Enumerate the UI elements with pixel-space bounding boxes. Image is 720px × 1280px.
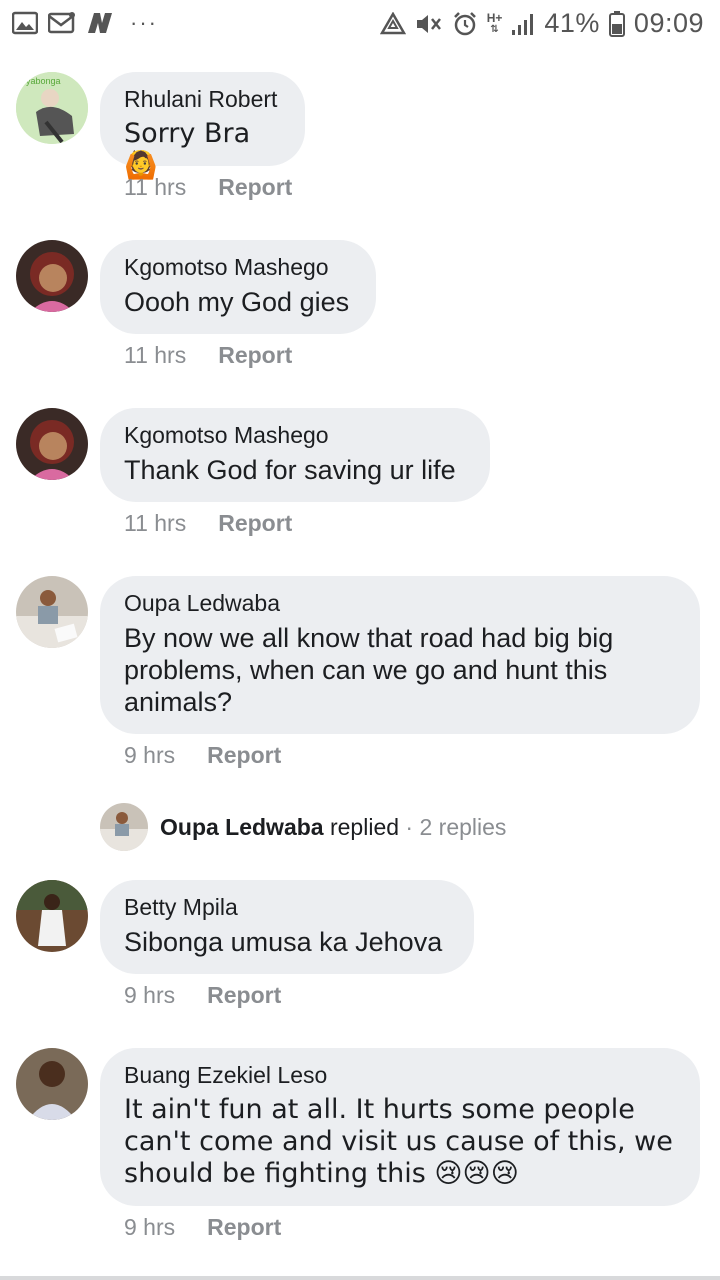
recycle-icon [379,11,406,36]
comment-meta: 11 hrs Report [124,342,292,369]
signal-icon [511,12,535,36]
comment-text: Oooh my God gies [124,287,350,317]
avatar[interactable] [16,880,88,952]
gallery-icon [12,11,38,35]
comment-time[interactable]: 9 hrs [124,982,175,1009]
comment-author[interactable]: Kgomotso Mashego [124,252,352,282]
comment-time[interactable]: 11 hrs [124,342,186,369]
report-link[interactable]: Report [207,742,281,769]
comment-meta: 11 hrs Report [124,174,292,201]
clock: 09:09 [633,8,704,38]
comment-time[interactable]: 11 hrs [124,510,186,537]
reply-author[interactable]: Oupa Ledwaba [160,814,324,840]
comment-author[interactable]: Betty Mpila [124,892,450,922]
reply-action: replied [329,813,400,840]
comment-text: By now we all know that road had big big… [124,623,614,717]
comment-bubble[interactable]: Betty Mpila Sibonga umusa ka Jehova [100,880,474,974]
reply-separator: · [405,813,414,840]
reply-summary[interactable]: Oupa Ledwaba replied · 2 replies [160,814,506,841]
network-type: H+ ⇅ [487,12,503,36]
avatar[interactable] [16,240,88,312]
comment-author[interactable]: Rhulani Robert [124,84,281,114]
status-bar: ··· H+ ⇅ 41% 09:09 [0,0,720,50]
comment-meta: 9 hrs Report [124,1214,281,1241]
news-icon [86,11,114,35]
data-arrows: ⇅ [490,23,499,35]
avatar[interactable] [16,408,88,480]
view-replies[interactable]: Oupa Ledwaba replied · 2 replies [100,802,506,852]
comment-author[interactable]: Buang Ezekiel Leso [124,1060,676,1090]
comment-bubble[interactable]: Kgomotso Mashego Thank God for saving ur… [100,408,490,502]
comment-text: Sorry Bra 🙆 [124,118,251,181]
comment-time[interactable]: 11 hrs [124,174,186,201]
report-link[interactable]: Report [218,174,292,201]
more-notifications: ··· [130,10,158,35]
comment-meta: 11 hrs Report [124,510,292,537]
avatar[interactable]: yabonga [16,72,88,144]
comment-author[interactable]: Oupa Ledwaba [124,588,676,618]
comment-meta: 9 hrs Report [124,982,281,1009]
battery-percent: 41% [544,8,600,38]
report-link[interactable]: Report [218,510,292,537]
comment-text: It ain't fun at all. It hurts some peopl… [124,1094,673,1189]
alarm-icon [452,11,478,37]
report-link[interactable]: Report [218,342,292,369]
reply-avatar [100,803,148,851]
battery-icon [608,10,625,37]
avatar[interactable] [16,1048,88,1120]
comment-time[interactable]: 9 hrs [124,1214,175,1241]
comment-text: Sibonga umusa ka Jehova [124,927,443,957]
mute-icon [415,12,443,36]
mail-icon [48,11,76,35]
comment-bubble[interactable]: Oupa Ledwaba By now we all know that roa… [100,576,700,734]
reply-count[interactable]: 2 replies [419,814,506,840]
comment-bubble[interactable]: Buang Ezekiel Leso It ain't fun at all. … [100,1048,700,1206]
comment-bubble[interactable]: Rhulani Robert Sorry Bra 🙆 [100,72,305,181]
avatar[interactable] [16,576,88,648]
network-label: H+ [486,10,503,25]
bottom-divider [0,1276,720,1280]
comment-bubble[interactable]: Kgomotso Mashego Oooh my God gies [100,240,376,334]
comment-text: Thank God for saving ur life [124,455,456,485]
comment-author[interactable]: Kgomotso Mashego [124,420,466,450]
comment-time[interactable]: 9 hrs [124,742,175,769]
avatar-logo-text: yabonga [26,76,61,86]
report-link[interactable]: Report [207,1214,281,1241]
comment-meta: 9 hrs Report [124,742,281,769]
report-link[interactable]: Report [207,982,281,1009]
